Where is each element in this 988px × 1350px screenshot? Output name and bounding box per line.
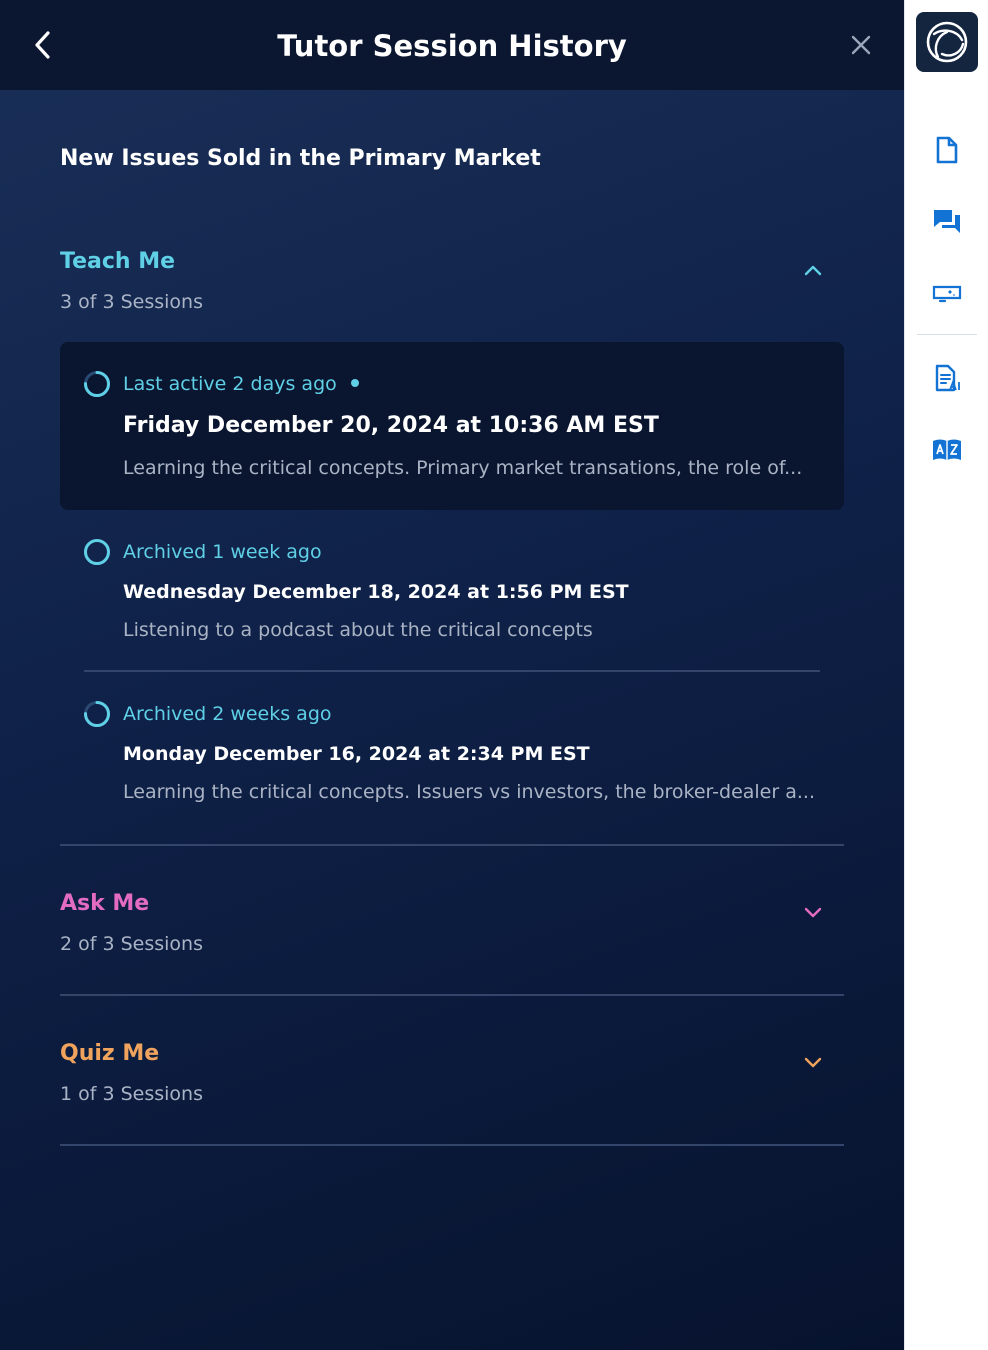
right-toolbar bbox=[904, 0, 988, 1350]
aperture-logo-icon bbox=[926, 21, 968, 63]
dictionary-icon bbox=[933, 439, 961, 460]
section-name: Ask Me bbox=[60, 891, 150, 916]
section-divider bbox=[60, 1144, 844, 1146]
section-ask-me[interactable]: Ask Me 2 of 3 Sessions bbox=[60, 887, 844, 977]
section-count: 3 of 3 Sessions bbox=[60, 291, 204, 313]
chevron-down-icon bbox=[804, 1057, 822, 1068]
session-status: Archived 1 week ago bbox=[123, 541, 322, 563]
app-logo[interactable] bbox=[916, 12, 978, 72]
section-header-ask-me[interactable]: Ask Me 2 of 3 Sessions bbox=[60, 887, 844, 977]
toolbar-divider bbox=[917, 334, 977, 335]
document-icon bbox=[936, 136, 958, 164]
progress-ring-icon bbox=[84, 371, 110, 397]
topic-title: New Issues Sold in the Primary Market bbox=[60, 146, 541, 171]
session-description: Learning the critical concepts. Primary … bbox=[123, 457, 803, 479]
section-divider bbox=[60, 994, 844, 996]
ai-screen-button[interactable] bbox=[927, 274, 967, 314]
session-date: Wednesday December 18, 2024 at 1:56 PM E… bbox=[123, 581, 629, 603]
close-icon bbox=[851, 35, 871, 55]
session-divider bbox=[84, 670, 820, 672]
progress-ring-icon bbox=[84, 539, 110, 565]
close-button[interactable] bbox=[842, 26, 880, 64]
panel-header: Tutor Session History bbox=[0, 0, 904, 90]
tutor-session-panel: Tutor Session History New Issues Sold in… bbox=[0, 0, 904, 1350]
section-teach-me[interactable]: Teach Me 3 of 3 Sessions bbox=[60, 245, 844, 335]
session-card-3[interactable]: Archived 2 weeks ago Monday December 16,… bbox=[60, 684, 844, 824]
active-indicator-dot bbox=[350, 378, 359, 387]
session-card-2[interactable]: Archived 1 week ago Wednesday December 1… bbox=[60, 522, 844, 662]
section-count: 1 of 3 Sessions bbox=[60, 1083, 204, 1105]
page-title: Tutor Session History bbox=[277, 29, 627, 63]
dictionary-button[interactable] bbox=[927, 430, 967, 470]
session-status: Archived 2 weeks ago bbox=[123, 703, 332, 725]
back-button[interactable] bbox=[26, 26, 60, 64]
collapse-toggle[interactable] bbox=[800, 257, 826, 283]
session-description: Learning the critical concepts. Issuers … bbox=[123, 781, 815, 803]
chevron-down-icon bbox=[804, 907, 822, 918]
session-card-1[interactable]: Last active 2 days ago Friday December 2… bbox=[60, 342, 844, 510]
section-quiz-me[interactable]: Quiz Me 1 of 3 Sessions bbox=[60, 1037, 844, 1127]
session-date: Monday December 16, 2024 at 2:34 PM EST bbox=[123, 743, 590, 765]
ai-document-icon bbox=[935, 364, 960, 392]
chevron-left-icon bbox=[35, 31, 50, 59]
ai-screen-icon bbox=[932, 285, 962, 303]
section-name: Quiz Me bbox=[60, 1041, 160, 1066]
session-status-text: Last active 2 days ago bbox=[123, 373, 337, 395]
section-header-quiz-me[interactable]: Quiz Me 1 of 3 Sessions bbox=[60, 1037, 844, 1127]
section-name: Teach Me bbox=[60, 249, 176, 274]
progress-ring-icon bbox=[84, 701, 110, 727]
expand-toggle[interactable] bbox=[800, 899, 826, 925]
session-description: Listening to a podcast about the critica… bbox=[123, 619, 593, 641]
ai-document-button[interactable] bbox=[927, 358, 967, 398]
section-divider bbox=[60, 844, 844, 846]
document-button[interactable] bbox=[927, 130, 967, 170]
section-count: 2 of 3 Sessions bbox=[60, 933, 204, 955]
chat-button[interactable] bbox=[927, 201, 967, 241]
chat-icon bbox=[934, 210, 960, 233]
session-status: Last active 2 days ago bbox=[123, 369, 359, 399]
chevron-up-icon bbox=[804, 265, 822, 276]
session-date: Friday December 20, 2024 at 10:36 AM EST bbox=[123, 413, 659, 438]
section-header-teach-me[interactable]: Teach Me 3 of 3 Sessions bbox=[60, 245, 844, 335]
expand-toggle[interactable] bbox=[800, 1049, 826, 1075]
